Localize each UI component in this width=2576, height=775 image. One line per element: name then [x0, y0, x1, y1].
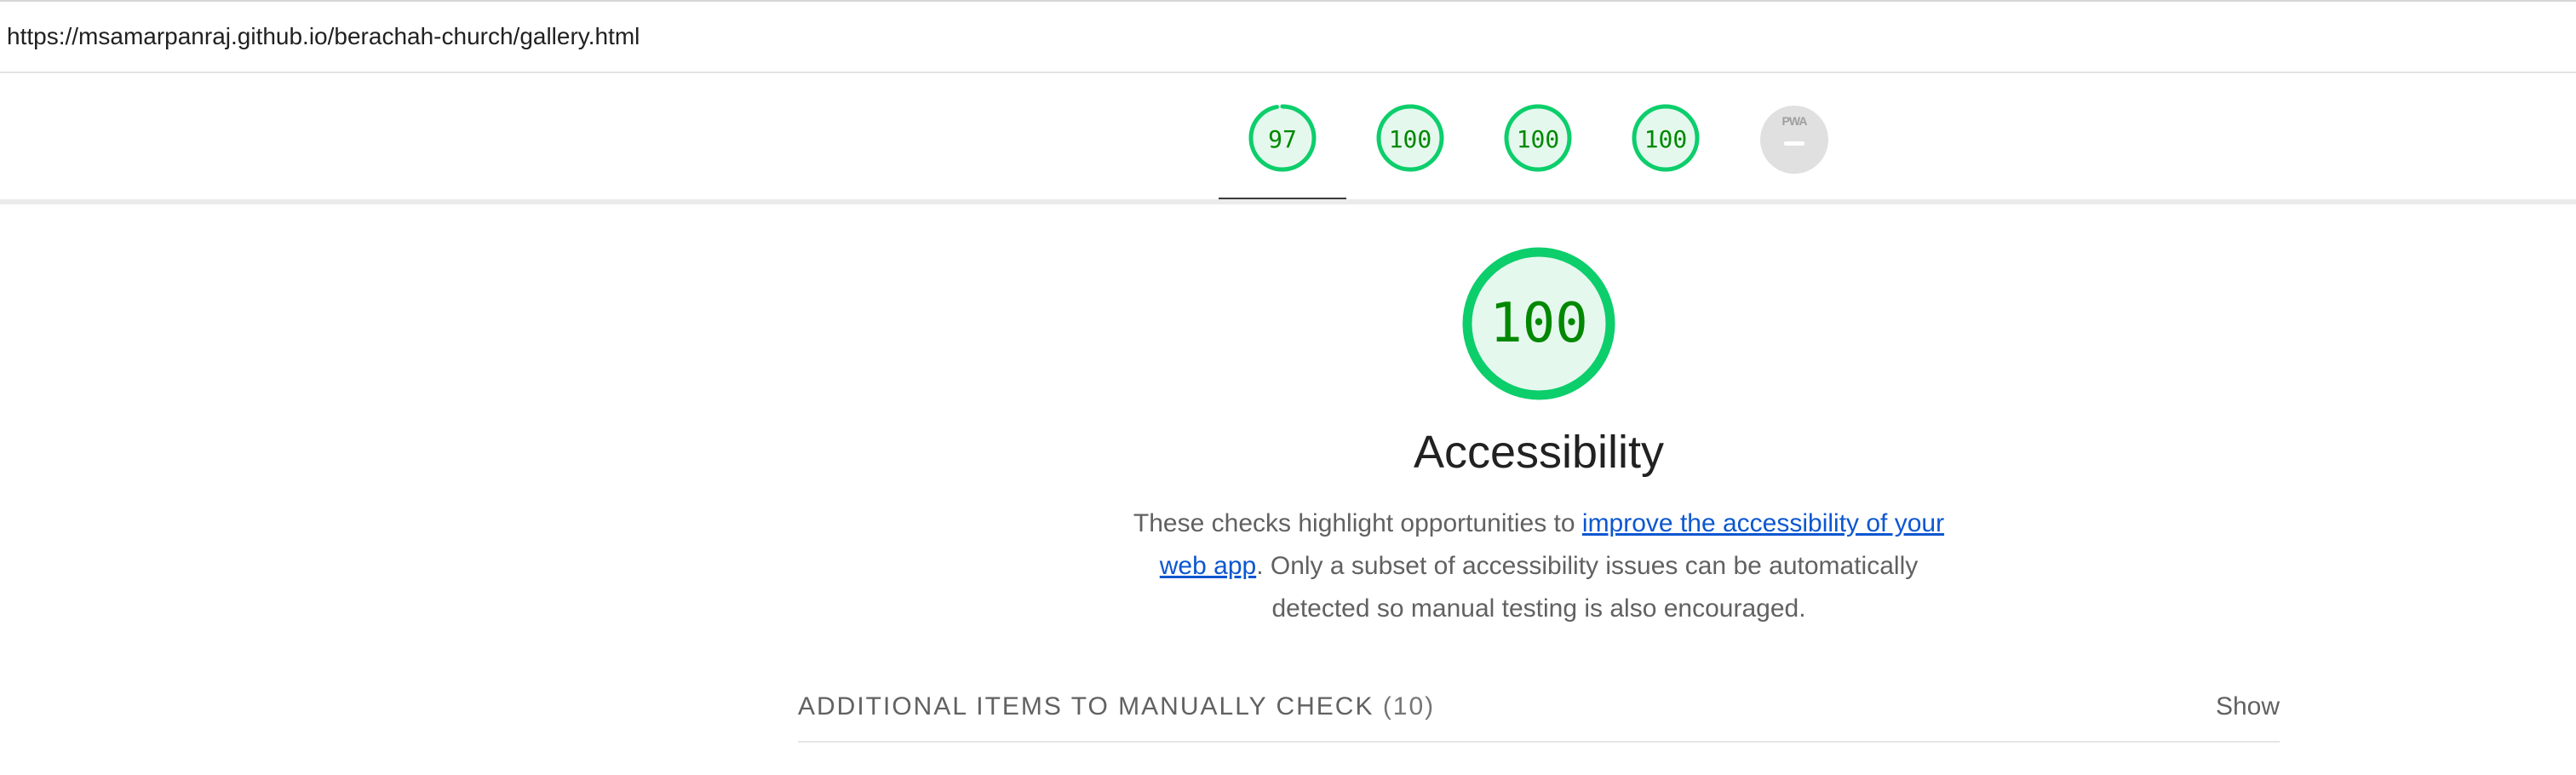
description-text: These checks highlight opportunities to — [1133, 509, 1582, 537]
category-title: Accessibility — [1413, 427, 1665, 478]
pwa-dash-icon — [1784, 141, 1804, 146]
manual-check-divider — [798, 741, 2280, 743]
gauge-score: 100 — [1388, 124, 1432, 153]
manual-check-group[interactable]: ADDITIONAL ITEMS TO MANUALLY CHECK (10) … — [798, 673, 2280, 741]
manual-check-title-text: ADDITIONAL ITEMS TO MANUALLY CHECK — [798, 692, 1374, 720]
pwa-label: PWA — [1781, 114, 1808, 128]
report-url-bar: https://msamarpanraj.github.io/berachah-… — [0, 2, 2576, 73]
gauge-performance[interactable]: 97 — [1219, 72, 1346, 199]
description-text: . Only a subset of accessibility issues … — [1256, 552, 1919, 623]
gauge-best-practices[interactable]: 100 — [1474, 72, 1602, 199]
gauge-score: 100 — [1516, 124, 1560, 153]
manual-check-title: ADDITIONAL ITEMS TO MANUALLY CHECK (10) — [798, 692, 1435, 721]
report-url[interactable]: https://msamarpanraj.github.io/berachah-… — [0, 23, 640, 50]
category-score: 100 — [1489, 292, 1588, 355]
show-button[interactable]: Show — [2216, 692, 2280, 721]
gauge-score: 100 — [1644, 124, 1688, 153]
category-description: These checks highlight opportunities to … — [1113, 502, 1965, 630]
manual-check-count: (10) — [1382, 692, 1436, 720]
gauge-strip-divider — [0, 199, 2576, 204]
gauge-score: 97 — [1268, 124, 1297, 153]
gauge-accessibility[interactable]: 100 — [1346, 72, 1474, 199]
category-score-gauge: 100 — [1462, 247, 1615, 400]
gauge-seo[interactable]: 100 — [1602, 72, 1730, 199]
score-gauge-strip: 97 100 100 100 — [0, 72, 2576, 201]
gauge-pwa[interactable]: PWA — [1760, 106, 1828, 174]
